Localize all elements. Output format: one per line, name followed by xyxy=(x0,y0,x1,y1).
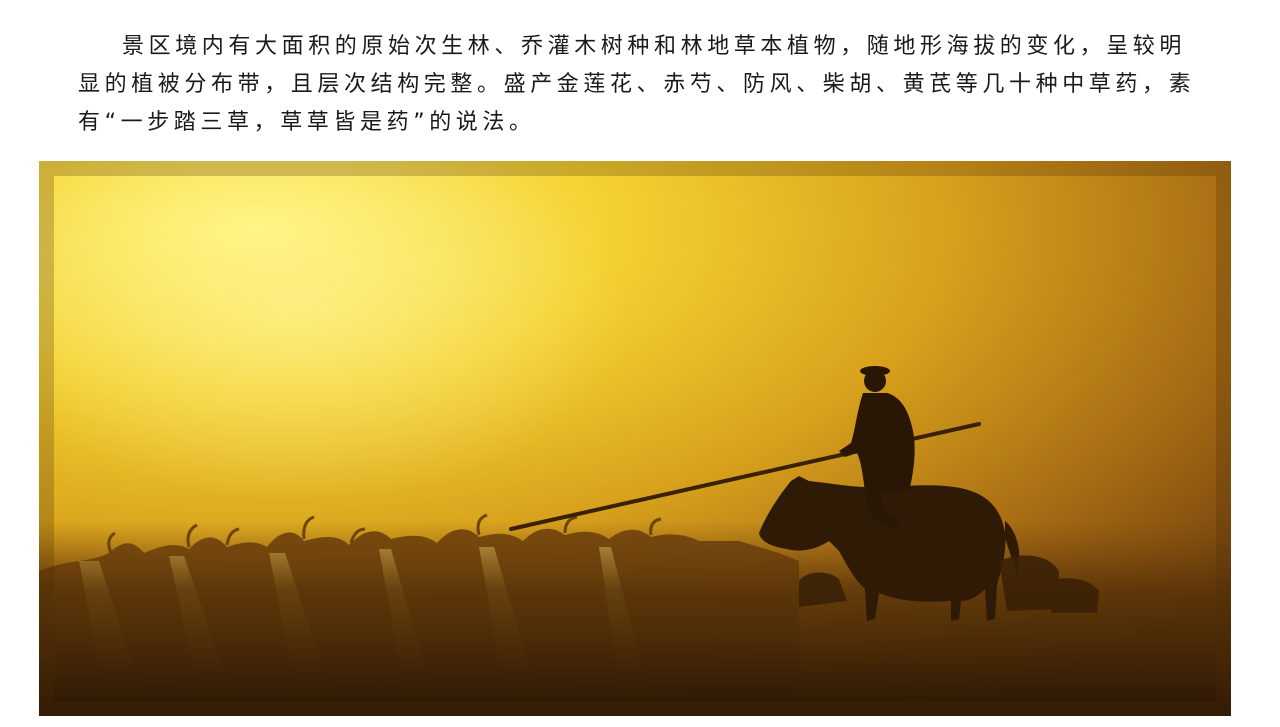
landscape-photo xyxy=(39,161,1231,716)
body-text: 景区境内有大面积的原始次生林、乔灌木树种和林地草本植物，随地形海拔的变化，呈较明… xyxy=(78,28,1208,142)
ground-shadow xyxy=(39,521,1231,716)
description-paragraph: 景区境内有大面积的原始次生林、乔灌木树种和林地草本植物，随地形海拔的变化，呈较明… xyxy=(78,34,1196,135)
